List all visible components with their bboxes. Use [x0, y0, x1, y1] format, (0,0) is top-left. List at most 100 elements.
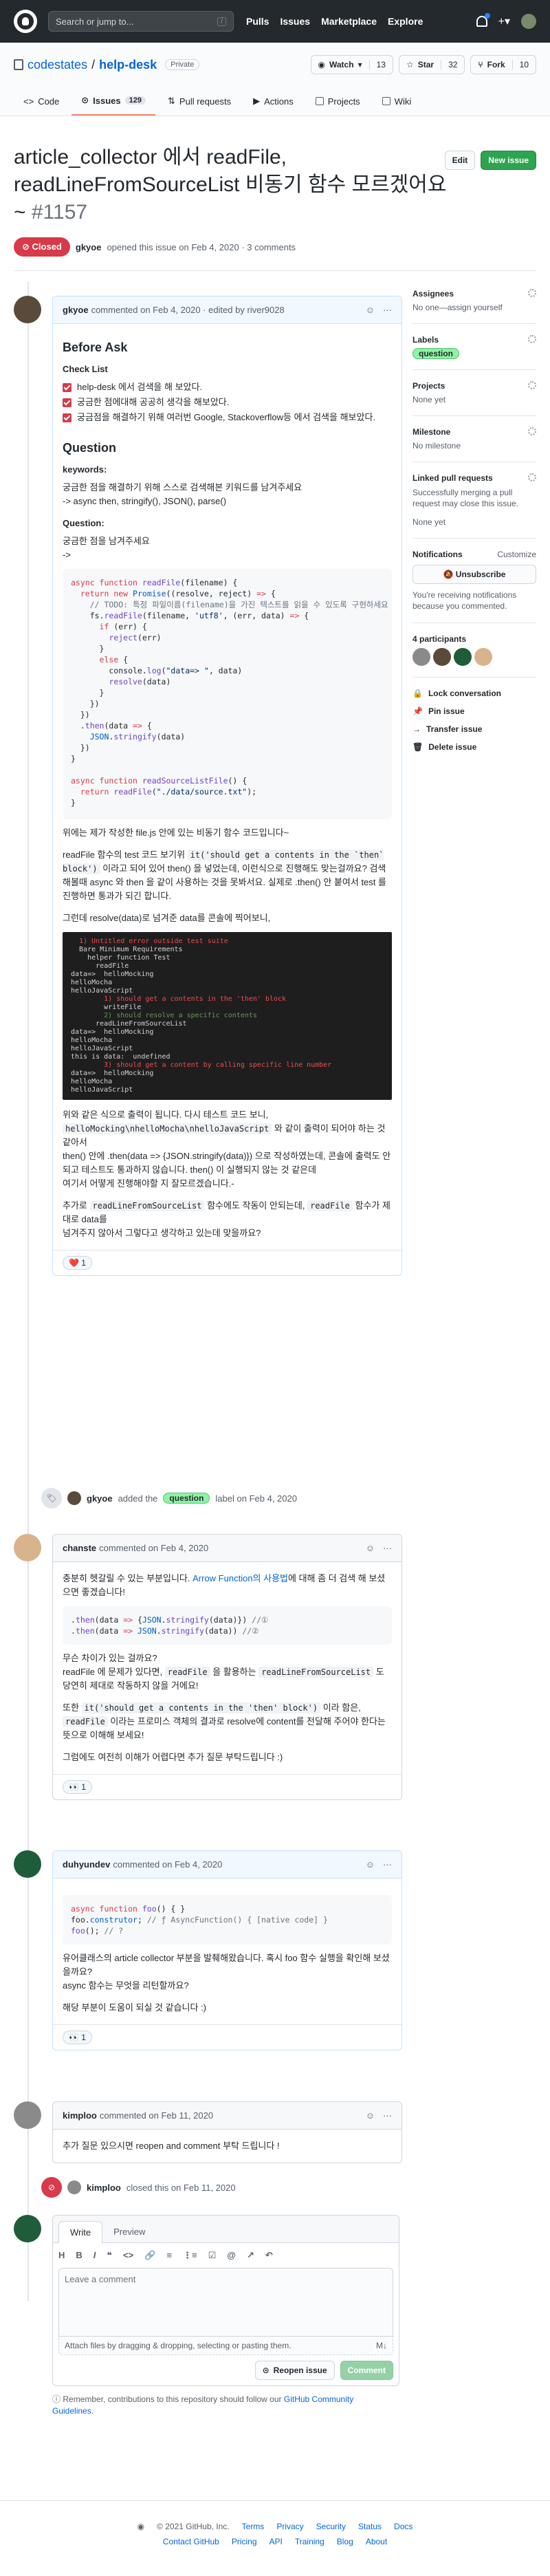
avatar[interactable]: [14, 2101, 41, 2129]
checkbox-checked[interactable]: [63, 413, 72, 422]
user-avatar[interactable]: [521, 14, 536, 29]
star-count[interactable]: 32: [441, 60, 457, 69]
gear-icon[interactable]: [528, 289, 536, 297]
smile-icon[interactable]: ☺: [366, 2110, 375, 2121]
nav-pulls[interactable]: Pulls: [246, 16, 269, 27]
comment-author[interactable]: gkyoe: [63, 305, 89, 315]
avatar[interactable]: [14, 1850, 41, 1878]
avatar[interactable]: [474, 648, 492, 666]
new-issue-button[interactable]: New issue: [481, 151, 536, 170]
lock-conversation-button[interactable]: 🔒 Lock conversation: [412, 689, 536, 698]
heading-icon[interactable]: H: [58, 2250, 65, 2261]
tab-issues[interactable]: ⊙ Issues 129: [72, 89, 156, 116]
assignees-value[interactable]: No one—assign yourself: [412, 303, 503, 312]
footer-link-training[interactable]: Training: [295, 2537, 324, 2546]
comment-button[interactable]: Comment: [340, 2361, 393, 2380]
avatar[interactable]: [14, 296, 41, 323]
avatar[interactable]: [433, 648, 451, 666]
italic-icon[interactable]: I: [94, 2250, 96, 2261]
footer-link-blog[interactable]: Blog: [337, 2537, 353, 2546]
avatar[interactable]: [454, 648, 472, 666]
github-logo-icon[interactable]: ◉: [138, 2522, 144, 2531]
tab-preview[interactable]: Preview: [102, 2221, 156, 2242]
search-input[interactable]: Search or jump to... /: [48, 11, 234, 32]
comment-author[interactable]: kimploo: [63, 2110, 97, 2121]
tab-actions[interactable]: ▶ Actions: [243, 89, 303, 116]
avatar[interactable]: [67, 1491, 81, 1505]
fork-button[interactable]: ⑂ Fork 10: [470, 55, 536, 74]
code-icon[interactable]: <>: [123, 2250, 133, 2261]
nav-marketplace[interactable]: Marketplace: [321, 16, 377, 27]
avatar[interactable]: [67, 2180, 81, 2194]
avatar[interactable]: [412, 648, 430, 666]
task-list-icon[interactable]: ☑: [208, 2250, 217, 2261]
gear-icon[interactable]: [528, 335, 536, 343]
footer-link-pricing[interactable]: Pricing: [232, 2537, 257, 2546]
numbered-list-icon[interactable]: ⋮≡: [183, 2250, 197, 2261]
smile-icon[interactable]: ☺: [366, 1543, 375, 1553]
reaction-heart[interactable]: ❤️ 1: [63, 1256, 92, 1270]
footer-link-privacy[interactable]: Privacy: [276, 2522, 303, 2531]
footer-link-about[interactable]: About: [366, 2537, 387, 2546]
smile-icon[interactable]: ☺: [366, 305, 375, 315]
quote-icon[interactable]: ❝: [107, 2250, 112, 2261]
checkbox-checked[interactable]: [63, 398, 72, 407]
attach-files[interactable]: Attach files by dragging & dropping, sel…: [58, 2337, 393, 2355]
footer-link-contact[interactable]: Contact GitHub: [163, 2537, 219, 2546]
delete-issue-button[interactable]: 🗑 Delete issue: [412, 742, 536, 752]
label-badge[interactable]: question: [163, 1493, 210, 1504]
gear-icon[interactable]: [528, 427, 536, 435]
gear-icon[interactable]: [528, 473, 536, 481]
tab-code[interactable]: <> Code: [14, 89, 69, 116]
mention-icon[interactable]: @: [227, 2250, 236, 2261]
reference-icon[interactable]: ↗: [247, 2250, 254, 2261]
arrow-function-link[interactable]: Arrow Function의 사용법: [192, 1573, 288, 1583]
label-badge[interactable]: question: [412, 348, 459, 359]
repo-name-link[interactable]: help-desk: [99, 58, 157, 72]
avatar[interactable]: [14, 1534, 41, 1561]
unsubscribe-button[interactable]: 🔕 Unsubscribe: [412, 565, 536, 584]
kebab-icon[interactable]: ···: [383, 305, 392, 315]
comment-author[interactable]: chanste: [63, 1543, 96, 1553]
reply-icon[interactable]: ↶: [265, 2250, 273, 2261]
customize-link[interactable]: Customize: [497, 550, 536, 559]
list-icon[interactable]: ≡: [166, 2250, 172, 2261]
reaction-eyes[interactable]: 👀 1: [63, 1780, 92, 1794]
footer-link-api[interactable]: API: [270, 2537, 283, 2546]
checkbox-checked[interactable]: [63, 382, 72, 392]
plus-icon[interactable]: +▾: [498, 14, 510, 28]
issue-author[interactable]: gkyoe: [76, 242, 102, 252]
github-logo-icon[interactable]: [14, 10, 37, 33]
reaction-eyes[interactable]: 👀 1: [63, 2031, 92, 2044]
event-actor[interactable]: kimploo: [87, 2183, 121, 2193]
kebab-icon[interactable]: ···: [383, 1859, 392, 1870]
event-actor[interactable]: gkyoe: [87, 1493, 113, 1504]
transfer-issue-button[interactable]: → Transfer issue: [412, 724, 536, 734]
fork-count[interactable]: 10: [512, 60, 529, 69]
edit-button[interactable]: Edit: [444, 151, 476, 170]
smile-icon[interactable]: ☺: [366, 1859, 375, 1870]
tab-projects[interactable]: Projects: [306, 89, 370, 116]
watch-count[interactable]: 13: [368, 60, 386, 69]
footer-link-security[interactable]: Security: [316, 2522, 346, 2531]
pin-issue-button[interactable]: 📌 Pin issue: [412, 706, 536, 716]
watch-button[interactable]: ◉ Watch ▾ 13: [310, 55, 393, 74]
comment-author[interactable]: duhyundev: [63, 1859, 110, 1870]
nav-explore[interactable]: Explore: [388, 16, 423, 27]
tab-wiki[interactable]: Wiki: [373, 89, 421, 116]
reopen-issue-button[interactable]: ⊙ Reopen issue: [254, 2361, 335, 2380]
bold-icon[interactable]: B: [76, 2250, 82, 2261]
footer-link-docs[interactable]: Docs: [394, 2522, 412, 2531]
kebab-icon[interactable]: ···: [383, 2110, 392, 2121]
kebab-icon[interactable]: ···: [383, 1543, 392, 1553]
nav-issues[interactable]: Issues: [280, 16, 310, 27]
gear-icon[interactable]: [528, 381, 536, 389]
star-button[interactable]: ☆ Star 32: [398, 55, 465, 74]
link-icon[interactable]: 🔗: [144, 2250, 155, 2261]
tab-write[interactable]: Write: [58, 2221, 103, 2243]
footer-link-terms[interactable]: Terms: [242, 2522, 265, 2531]
repo-owner-link[interactable]: codestates: [28, 58, 87, 72]
comment-textarea[interactable]: Leave a comment: [58, 2268, 393, 2337]
footer-link-status[interactable]: Status: [358, 2522, 382, 2531]
avatar[interactable]: [14, 2215, 41, 2242]
